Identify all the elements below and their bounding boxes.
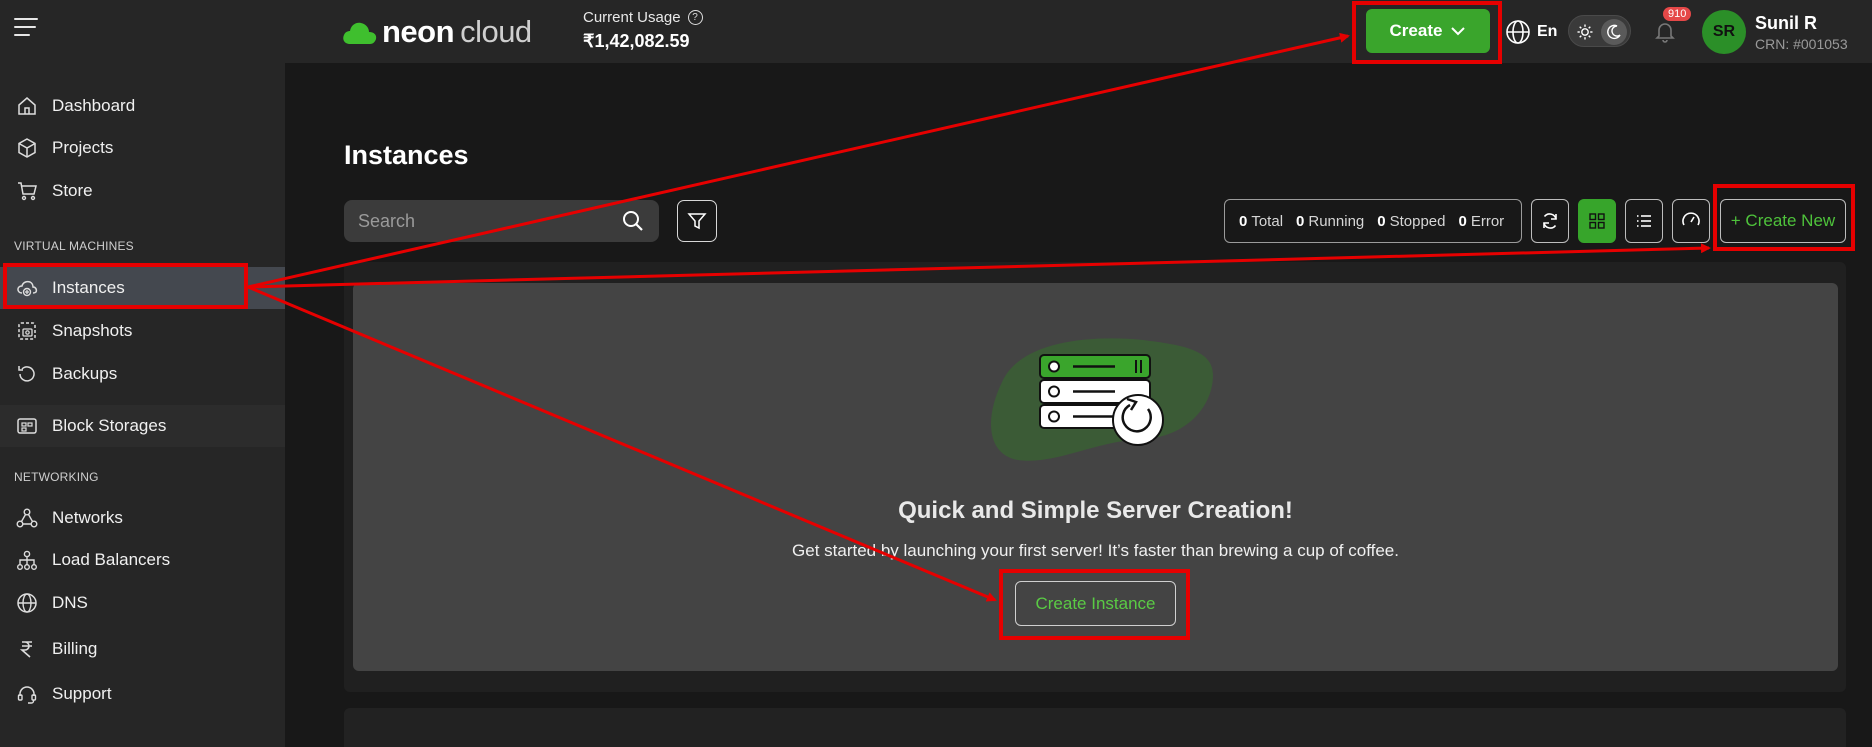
language-selector[interactable]: En (1505, 19, 1557, 45)
current-usage: Current Usage? ₹1,42,082.59 (583, 9, 703, 52)
help-icon[interactable]: ? (687, 10, 703, 25)
sidebar-item-label: Block Storages (52, 416, 167, 435)
secondary-panel (344, 708, 1846, 747)
sidebar-item-backups[interactable]: Backups (0, 353, 285, 395)
avatar[interactable]: SR (1702, 10, 1746, 54)
storage-icon (17, 418, 37, 434)
page-title: Instances (344, 140, 469, 170)
sidebar-item-load-balancers[interactable]: Load Balancers (0, 539, 285, 581)
section-label-networking: NETWORKING (14, 470, 99, 484)
empty-state-title: Quick and Simple Server Creation! (898, 497, 1293, 524)
headset-icon (17, 686, 37, 704)
sidebar-item-label: Support (52, 684, 112, 703)
list-view-button[interactable] (1625, 199, 1663, 243)
network-icon (16, 508, 38, 528)
annotation-box-create (1352, 1, 1502, 64)
sidebar-item-label: Dashboard (52, 96, 136, 115)
sidebar-item-label: Billing (52, 639, 98, 658)
empty-state-subtitle: Get started by launching your first serv… (792, 541, 1399, 560)
moon-icon[interactable] (1601, 19, 1627, 45)
top-bar: neon cloud Current Usage? ₹1,42,082.59 Cr… (0, 0, 1872, 63)
cloud-logo-icon (343, 22, 377, 44)
stat-value: 0 (1458, 212, 1467, 230)
hamburger-menu-icon[interactable] (14, 18, 38, 38)
stat-label: Error (1470, 212, 1505, 230)
stat-label: Running (1308, 212, 1365, 230)
sidebar-item-label: Backups (52, 364, 118, 383)
grid-view-button[interactable] (1578, 199, 1616, 243)
sidebar-item-networks[interactable]: Networks (0, 497, 285, 539)
usage-label: Current Usage (583, 9, 681, 26)
annotation-box-create-new (1713, 184, 1855, 251)
list-icon (1637, 215, 1651, 227)
stat-label: Stopped (1389, 212, 1446, 230)
bell-icon[interactable] (1653, 19, 1677, 43)
server-illustration-icon (991, 338, 1213, 461)
language-label: En (1537, 23, 1558, 40)
stat-running: 0 Running (1296, 213, 1364, 230)
sidebar-item-label: DNS (52, 593, 88, 612)
logo-text-primary: neon (382, 14, 455, 49)
backup-icon (18, 366, 35, 382)
stat-value: 0 (1377, 212, 1386, 230)
home-icon (18, 97, 36, 115)
stat-total: 0 Total (1239, 213, 1283, 230)
sidebar-item-label: Projects (52, 138, 114, 157)
grid-icon (1589, 213, 1605, 229)
annotation-box-instances (3, 263, 248, 309)
sidebar-item-label: Store (52, 181, 93, 200)
sun-icon[interactable] (1572, 19, 1598, 45)
sidebar: Dashboard Projects Store VIRTUAL MACHINE… (0, 63, 285, 747)
logo[interactable]: neon cloud (342, 12, 532, 52)
notification-badge: 910 (1663, 7, 1692, 21)
search-box[interactable] (344, 200, 659, 242)
globe-icon (1506, 20, 1530, 44)
load-balancer-icon (17, 550, 37, 570)
user-info[interactable]: Sunil R CRN: #001053 (1755, 13, 1848, 52)
search-input[interactable] (358, 200, 608, 242)
sidebar-item-label: Load Balancers (52, 550, 171, 569)
filter-icon (687, 213, 707, 230)
usage-value: ₹1,42,082.59 (583, 31, 690, 51)
stat-error: 0 Error (1459, 213, 1505, 230)
sidebar-item-store[interactable]: Store (0, 170, 285, 212)
cart-icon (18, 182, 37, 201)
globe-icon (17, 593, 37, 613)
stat-value: 0 (1296, 212, 1305, 230)
refresh-button[interactable] (1531, 199, 1569, 243)
section-label-virtual-machines: VIRTUAL MACHINES (14, 239, 134, 253)
sidebar-item-projects[interactable]: Projects (0, 127, 285, 169)
sidebar-item-block-storages[interactable]: Block Storages (0, 405, 285, 447)
cube-icon (18, 138, 36, 158)
user-crn: CRN: #001053 (1755, 36, 1848, 52)
sidebar-item-dns[interactable]: DNS (0, 582, 285, 624)
logo-text-secondary: cloud (460, 14, 532, 49)
annotation-box-create-instance (999, 569, 1190, 640)
filter-button[interactable] (677, 200, 717, 242)
stat-stopped: 0 Stopped (1377, 213, 1445, 230)
user-name: Sunil R (1755, 13, 1817, 33)
sidebar-item-label: Snapshots (52, 321, 133, 340)
snapshot-icon (18, 322, 36, 340)
search-icon[interactable] (621, 209, 645, 233)
sidebar-item-label: Networks (52, 508, 123, 527)
stat-label: Total (1251, 212, 1284, 230)
sidebar-item-billing[interactable]: Billing (0, 628, 285, 670)
rupee-icon (19, 641, 32, 658)
sidebar-item-snapshots[interactable]: Snapshots (0, 310, 285, 352)
gauge-icon (1682, 212, 1700, 226)
sidebar-item-support[interactable]: Support (0, 673, 285, 715)
theme-toggle[interactable] (1568, 15, 1631, 47)
stat-value: 0 (1239, 212, 1248, 230)
instance-stats: 0 Total 0 Running 0 Stopped 0 Error (1224, 199, 1522, 243)
refresh-icon (1543, 213, 1557, 229)
monitor-button[interactable] (1672, 199, 1710, 243)
sidebar-item-dashboard[interactable]: Dashboard (0, 85, 285, 127)
